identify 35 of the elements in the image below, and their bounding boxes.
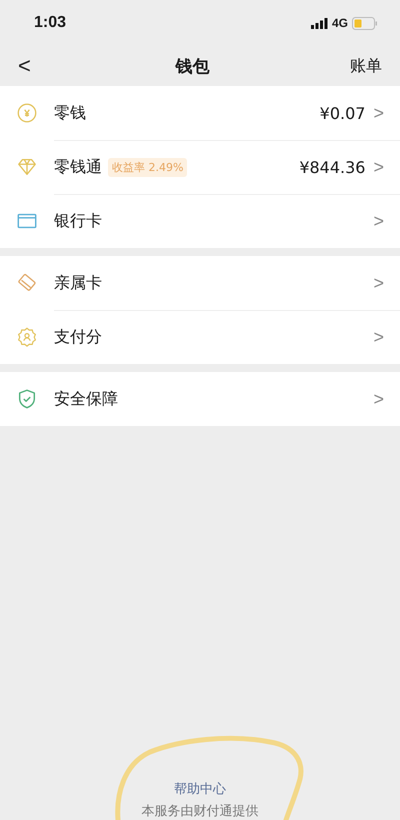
network-type: 4G — [332, 16, 348, 30]
row-label: 支付分 — [54, 326, 102, 348]
chevron: > — [373, 272, 384, 294]
bill-button[interactable]: 账单 — [350, 56, 382, 76]
chevron: > — [373, 388, 384, 410]
row-label: 银行卡 — [54, 210, 102, 232]
yield-tag: 收益率 2.49% — [108, 158, 188, 176]
page-title: 钱包 — [175, 56, 210, 78]
signal-icon — [310, 18, 328, 28]
yen-coin-icon — [16, 102, 38, 124]
diamond-icon — [16, 156, 38, 178]
row-label: 亲属卡 — [54, 272, 102, 294]
tilted-cards-icon — [16, 272, 38, 294]
menu-row[interactable]: 零钱通 收益率 2.49% ¥844.36 > — [0, 140, 400, 194]
chevron: > — [373, 102, 384, 124]
row-label: 零钱通 — [54, 156, 102, 178]
menu-row[interactable]: 亲属卡 > — [0, 256, 400, 310]
provider-note: 本服务由财付通提供 — [142, 804, 258, 820]
help-center-link[interactable]: 帮助中心 — [174, 780, 226, 798]
shield-check-icon — [16, 388, 38, 410]
status-time: 1:03 — [34, 14, 66, 32]
badge-person-icon — [16, 326, 38, 348]
balance-amount: ¥0.07 — [320, 104, 366, 122]
battery-icon — [352, 16, 378, 30]
row-label: 安全保障 — [54, 388, 118, 410]
chevron: > — [373, 326, 384, 348]
chevron: > — [373, 210, 384, 232]
menu-row[interactable]: 安全保障 > — [0, 372, 400, 426]
chevron: > — [373, 156, 384, 178]
row-label: 零钱 — [54, 102, 86, 124]
menu-row[interactable]: 银行卡 > — [0, 194, 400, 248]
balance-amount: ¥844.36 — [299, 158, 366, 176]
back-button[interactable]: < — [14, 53, 35, 79]
menu-row[interactable]: 支付分 > — [0, 310, 400, 364]
menu-row[interactable]: 零钱 ¥0.07 > — [0, 86, 400, 140]
